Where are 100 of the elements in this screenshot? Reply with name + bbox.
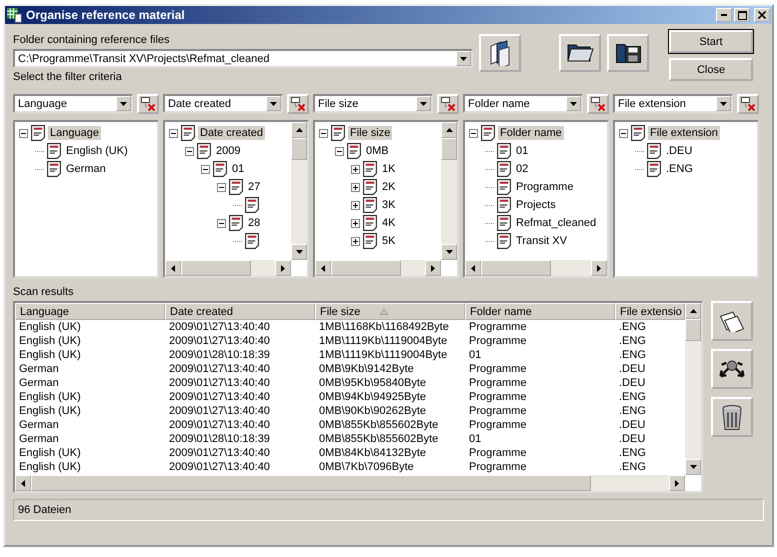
column-header[interactable]: Date created: [165, 303, 315, 320]
column-header[interactable]: Language: [15, 303, 165, 320]
horizontal-scrollbar[interactable]: [165, 260, 291, 276]
tree-expander[interactable]: [185, 146, 194, 156]
tree-item[interactable]: 28: [246, 216, 262, 230]
scrollbar-thumb[interactable]: [291, 138, 307, 160]
filter-combo[interactable]: Language: [13, 94, 133, 113]
table-cell-text: 0MB\855Kb\855602Byte: [318, 433, 440, 445]
tree-item[interactable]: .DEU: [664, 144, 694, 158]
tree-expander[interactable]: [319, 128, 328, 138]
clear-filter-button[interactable]: [287, 94, 309, 114]
tree-expander[interactable]: [335, 146, 344, 156]
dialog-button[interactable]: Close: [669, 58, 753, 81]
scan-results-label: Scan results: [13, 286, 75, 298]
tree-item[interactable]: 02: [514, 162, 530, 176]
column-header[interactable]: Folder name: [465, 303, 615, 320]
table-cell-text: 1MB\1119Kb\1119004Byte: [318, 349, 448, 361]
delete-button[interactable]: [711, 397, 753, 437]
tree-item[interactable]: Transit XV: [514, 234, 569, 248]
tree-item[interactable]: 0MB: [364, 144, 391, 158]
tree-item[interactable]: English (UK): [64, 144, 130, 158]
scrollbar-thumb[interactable]: [181, 260, 251, 276]
table-cell-text: .DEU: [618, 433, 646, 445]
tree-item[interactable]: 2009: [214, 144, 242, 158]
dialog-button[interactable]: Start: [669, 30, 753, 53]
tree-item[interactable]: File extension: [648, 126, 720, 140]
filter-combo[interactable]: Date created: [163, 94, 283, 113]
tree-item[interactable]: 01: [230, 162, 246, 176]
filter-combo[interactable]: Folder name: [463, 94, 583, 113]
scrollbar-thumb[interactable]: [441, 138, 457, 160]
open-folder-button[interactable]: [559, 34, 601, 72]
horizontal-scrollbar[interactable]: [15, 475, 685, 491]
document-icon: [363, 197, 377, 213]
tree-expander[interactable]: [351, 236, 360, 246]
save-button[interactable]: [607, 34, 649, 72]
tree-item[interactable]: Refmat_cleaned: [514, 216, 598, 230]
table-cell-text: 2009\01\28\10:18:39: [168, 349, 271, 361]
tree-item[interactable]: Programme: [514, 180, 576, 194]
document-icon: [347, 143, 361, 159]
tree-item[interactable]: File size: [348, 126, 392, 140]
table-cell-text: .ENG: [618, 405, 647, 417]
document-icon: [245, 197, 259, 213]
horizontal-scrollbar[interactable]: [465, 260, 607, 276]
tree-expander[interactable]: [619, 128, 628, 138]
tree-item[interactable]: 01: [514, 144, 530, 158]
tree-expander[interactable]: [169, 128, 178, 138]
horizontal-scrollbar[interactable]: [315, 260, 441, 276]
document-icon: [497, 197, 511, 213]
table-cell-text: 1MB\1119Kb\1119004Byte: [318, 335, 448, 347]
clear-filter-button[interactable]: [137, 94, 159, 114]
tree-item[interactable]: 27: [246, 180, 262, 194]
tree-expander[interactable]: [351, 182, 360, 192]
tree-item[interactable]: Date created: [198, 126, 265, 140]
filter-combo[interactable]: File size: [313, 94, 433, 113]
table-cell-text: 0MB\855Kb\855602Byte: [318, 419, 440, 431]
column-header[interactable]: File size: [315, 303, 465, 320]
column-header[interactable]: File extensio: [615, 303, 685, 320]
tree-item[interactable]: 5K: [380, 234, 398, 248]
folder-path-combo[interactable]: C:\Programme\Transit XV\Projects\Refmat_cleaned: [13, 49, 473, 68]
clear-filter-icon: [590, 96, 606, 112]
document-icon: [331, 125, 345, 141]
table-cell-text: German: [18, 433, 60, 445]
distribute-button[interactable]: [711, 349, 753, 389]
scrollbar-thumb[interactable]: [685, 319, 701, 341]
minimize-button[interactable]: [716, 8, 732, 22]
caret-icon: [720, 102, 727, 106]
table-cell-text: 1MB\1168Kb\1168492Byte: [318, 321, 450, 333]
vertical-scrollbar[interactable]: [291, 122, 307, 260]
tree-item[interactable]: German: [64, 162, 108, 176]
vertical-scrollbar[interactable]: [441, 122, 457, 260]
vertical-scrollbar[interactable]: [685, 303, 701, 475]
right-arrow-icon: [597, 264, 601, 272]
scrollbar-thumb[interactable]: [481, 260, 551, 276]
close-button[interactable]: [754, 8, 770, 22]
tree-expander[interactable]: [217, 182, 226, 192]
filter-combo[interactable]: File extension: [613, 94, 733, 113]
maximize-button[interactable]: [734, 8, 750, 22]
copy-button[interactable]: [711, 301, 753, 341]
tree-item[interactable]: 4K: [380, 216, 398, 230]
folders-button[interactable]: [479, 34, 521, 72]
clear-filter-button[interactable]: [737, 94, 759, 114]
scrollbar-thumb[interactable]: [31, 475, 591, 491]
table-cell-text: English (UK): [18, 461, 82, 473]
tree-expander[interactable]: [201, 164, 210, 174]
tree-expander[interactable]: [469, 128, 478, 138]
tree-item[interactable]: 1K: [380, 162, 398, 176]
tree-expander[interactable]: [351, 200, 360, 210]
tree-item[interactable]: Projects: [514, 198, 558, 212]
clear-filter-button[interactable]: [587, 94, 609, 114]
tree-expander[interactable]: [217, 218, 226, 228]
tree-expander[interactable]: [19, 128, 28, 138]
tree-item[interactable]: 3K: [380, 198, 398, 212]
clear-filter-button[interactable]: [437, 94, 459, 114]
tree-item[interactable]: Folder name: [498, 126, 564, 140]
tree-item[interactable]: Language: [48, 126, 101, 140]
tree-expander[interactable]: [351, 164, 360, 174]
tree-expander[interactable]: [351, 218, 360, 228]
tree-item[interactable]: .ENG: [664, 162, 695, 176]
tree-item[interactable]: 2K: [380, 180, 398, 194]
scrollbar-thumb[interactable]: [331, 260, 401, 276]
